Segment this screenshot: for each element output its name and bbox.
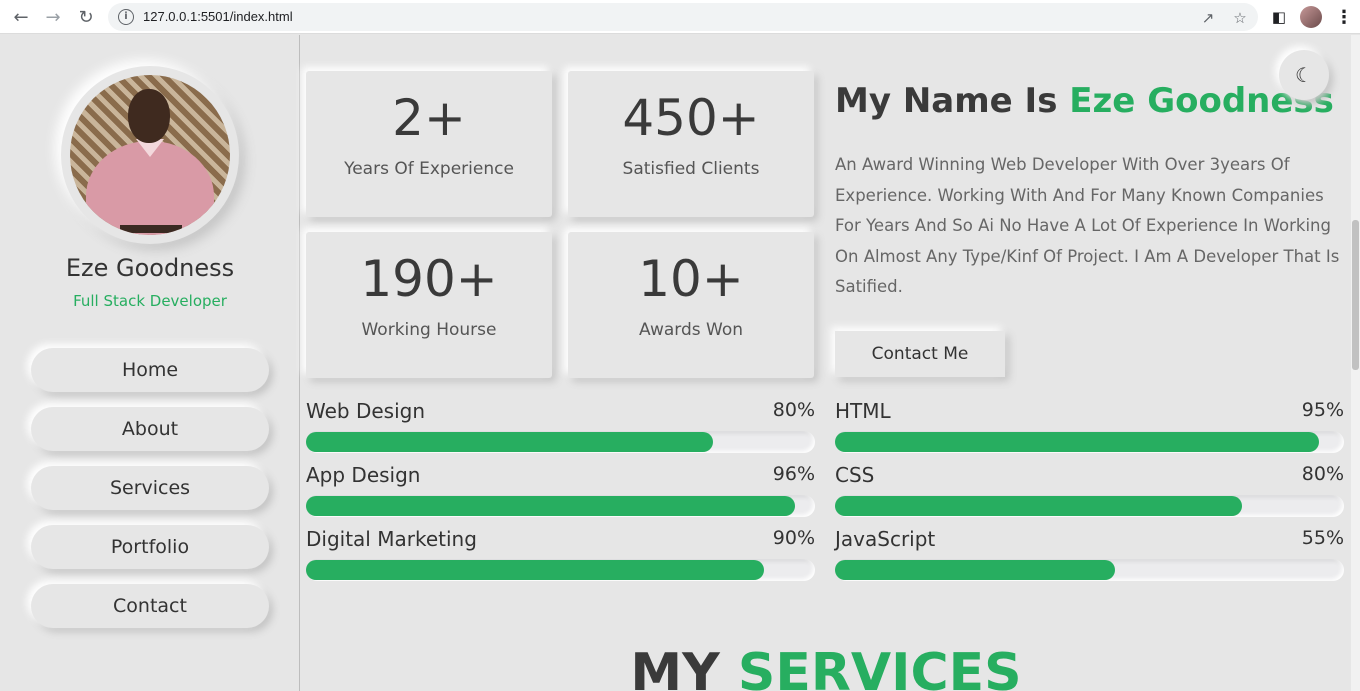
stat-card-awards: 10+ Awards Won	[568, 232, 814, 378]
skill-fill	[306, 560, 765, 580]
nav-portfolio-button[interactable]: Portfolio	[31, 525, 269, 569]
contact-me-button[interactable]: Contact Me	[835, 331, 1005, 377]
back-icon[interactable]: ←	[9, 5, 33, 29]
forward-icon[interactable]: →	[41, 5, 65, 29]
avatar	[70, 75, 230, 235]
skill-name: CSS	[835, 463, 875, 487]
skill-percent: 96%	[772, 463, 815, 485]
stat-value: 450+	[622, 89, 760, 147]
skill-percent: 80%	[772, 399, 815, 421]
profile-role: Full Stack Developer	[73, 292, 227, 310]
skill-fill	[835, 432, 1319, 452]
skill-fill	[835, 496, 1243, 516]
skill-track	[835, 559, 1344, 581]
skill-track	[306, 559, 815, 581]
address-bar[interactable]: i 127.0.0.1:5501/index.html ↗ ☆	[108, 3, 1258, 31]
nav-about-button[interactable]: About	[31, 407, 269, 451]
skill-javascript: JavaScript 55%	[835, 527, 1344, 583]
services-section-title: MY SERVICES	[301, 643, 1351, 691]
stat-card-hours: 190+ Working Hourse	[306, 232, 552, 378]
hero-title: My Name Is Eze Goodness	[835, 81, 1334, 121]
stat-label: Awards Won	[639, 320, 743, 340]
hero-title-prefix: My Name Is	[835, 81, 1058, 121]
reload-icon[interactable]: ↻	[74, 5, 98, 29]
skill-track	[835, 431, 1344, 453]
stat-value: 2+	[392, 89, 466, 147]
page-scrollbar[interactable]	[1351, 35, 1360, 691]
info-icon[interactable]: i	[118, 9, 134, 25]
skill-fill	[306, 432, 714, 452]
skill-track	[306, 431, 815, 453]
skill-web-design: Web Design 80%	[306, 399, 815, 455]
stat-label: Years Of Experience	[344, 159, 514, 179]
services-title-highlight: SERVICES	[737, 643, 1022, 691]
skill-track	[306, 495, 815, 517]
stat-card-clients: 450+ Satisfied Clients	[568, 71, 814, 217]
profile-avatar[interactable]	[1300, 6, 1322, 28]
stat-card-experience: 2+ Years Of Experience	[306, 71, 552, 217]
skill-name: App Design	[306, 463, 421, 487]
stat-label: Working Hourse	[361, 320, 497, 340]
sidebar: Eze Goodness Full Stack Developer Home A…	[0, 35, 300, 691]
skill-name: Web Design	[306, 399, 426, 423]
skill-name: Digital Marketing	[306, 527, 477, 551]
skill-percent: 90%	[772, 527, 815, 549]
nav-contact-button[interactable]: Contact	[31, 584, 269, 628]
skill-percent: 55%	[1301, 527, 1344, 549]
services-title-prefix: MY	[630, 643, 720, 691]
skill-track	[835, 495, 1344, 517]
skill-fill	[835, 560, 1115, 580]
profile-name: Eze Goodness	[65, 254, 235, 282]
skill-digital-marketing: Digital Marketing 90%	[306, 527, 815, 583]
hero-description: An Award Winning Web Developer With Over…	[835, 155, 1340, 296]
menu-icon[interactable]: ⋮	[1333, 6, 1355, 28]
skill-app-design: App Design 96%	[306, 463, 815, 519]
skill-name: HTML	[835, 399, 891, 423]
main-content: 2+ Years Of Experience 450+ Satisfied Cl…	[301, 35, 1351, 691]
scrollbar-thumb[interactable]	[1352, 220, 1359, 370]
nav-home-button[interactable]: Home	[31, 348, 269, 392]
moon-icon[interactable]: ☾	[1279, 50, 1329, 100]
url-text[interactable]: 127.0.0.1:5501/index.html	[143, 9, 293, 24]
side-panel-icon[interactable]: ◧	[1268, 6, 1290, 28]
nav-services-button[interactable]: Services	[31, 466, 269, 510]
share-icon[interactable]: ↗	[1198, 8, 1218, 28]
star-icon[interactable]: ☆	[1230, 8, 1250, 28]
skill-html: HTML 95%	[835, 399, 1344, 455]
avatar-frame	[61, 66, 239, 244]
stat-value: 10+	[638, 250, 744, 308]
skill-name: JavaScript	[835, 527, 936, 551]
skill-css: CSS 80%	[835, 463, 1344, 519]
skill-percent: 95%	[1301, 399, 1344, 421]
stat-label: Satisfied Clients	[622, 159, 760, 179]
skill-fill	[306, 496, 795, 516]
browser-toolbar: ← → ↻ i 127.0.0.1:5501/index.html ↗ ☆ ◧ …	[0, 0, 1360, 34]
skill-percent: 80%	[1301, 463, 1344, 485]
stat-value: 190+	[360, 250, 498, 308]
